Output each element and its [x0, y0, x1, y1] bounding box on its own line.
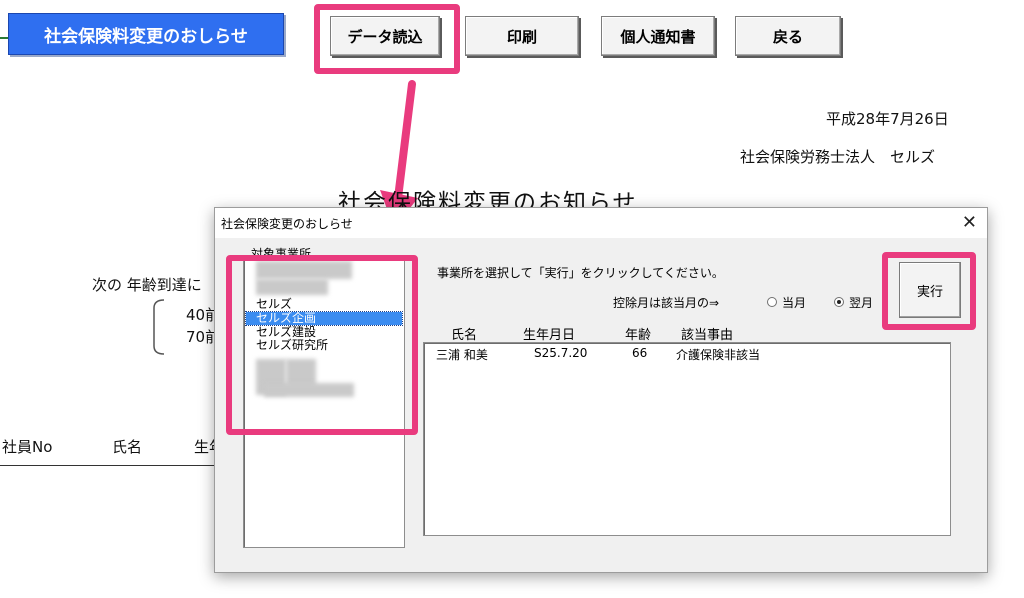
header-birth: 生年月日 [523, 328, 576, 343]
document-date: 平成28年7月26日 [826, 110, 949, 128]
column-name: 氏名 [112, 438, 143, 456]
notice-title-button[interactable]: 社会保険料変更のおしらせ [8, 13, 284, 55]
radio-next-month[interactable] [834, 297, 844, 307]
radio-current-month[interactable] [767, 297, 777, 307]
document-issuer: 社会保険労務士法人 セルズ [740, 148, 936, 166]
deduction-label: 控除月は該当月の⇒ [613, 296, 720, 310]
print-button[interactable]: 印刷 [465, 16, 579, 56]
document-title-clip: 社会保険料変更のお知らせ [338, 183, 658, 207]
load-data-highlight [314, 4, 460, 74]
dialog-titlebar: 社会保険変更のおしらせ ✕ [215, 208, 987, 238]
result-listbox[interactable]: 三浦 和美 S25.7.20 66 介護保険非該当 [423, 342, 951, 536]
row-age: 66 [632, 346, 648, 360]
instruction-text: 事業所を選択して「実行」をクリックしてください。 [437, 266, 724, 280]
row-name: 三浦 和美 [436, 348, 488, 362]
row-birth: S25.7.20 [534, 346, 588, 360]
execute-highlight [882, 252, 976, 330]
document-title: 社会保険料変更のお知らせ [338, 190, 638, 207]
individual-notice-button[interactable]: 個人通知書 [601, 16, 715, 56]
back-button[interactable]: 戻る [735, 16, 841, 56]
radio-current-label: 当月 [782, 296, 807, 310]
row-reason: 介護保険非該当 [676, 348, 761, 362]
header-reason: 該当事由 [681, 328, 734, 343]
header-name: 氏名 [451, 328, 478, 343]
column-employee-no: 社員No [2, 438, 53, 456]
document-intro: 次の 年齢到達に [92, 276, 202, 294]
radio-next-label: 翌月 [849, 296, 874, 310]
table-rule [0, 465, 214, 466]
office-list-highlight [226, 255, 418, 435]
dialog-title: 社会保険変更のおしらせ [221, 217, 353, 231]
header-age: 年齢 [625, 328, 652, 343]
close-icon[interactable]: ✕ [962, 212, 977, 233]
left-brace-icon [153, 299, 165, 355]
